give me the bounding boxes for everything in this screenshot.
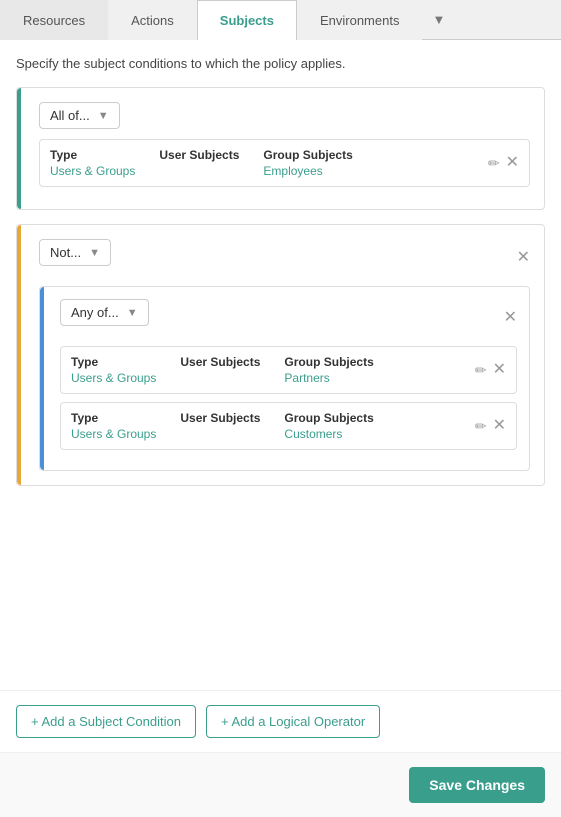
tab-subjects[interactable]: Subjects [197,0,297,40]
inner-col-group-1: Group Subjects Partners [284,355,373,385]
inner-remove-button-2[interactable]: ✕ [493,418,506,434]
green-bar [17,88,21,209]
inner-row-1-data: Type Users & Groups User Subjects Group … [71,355,467,385]
col-user-subjects-1: User Subjects [159,148,239,178]
orange-bar [17,225,21,485]
operator-dropdown-2[interactable]: Not... ▼ [39,239,111,266]
remove-outer-2-button[interactable]: ✕ [517,250,530,266]
operator-label-2: Not... [50,245,81,260]
inner-operator-arrow: ▼ [127,307,138,319]
inner-col-group-2: Group Subjects Customers [284,411,373,441]
blue-bar [40,287,44,470]
tab-environments[interactable]: Environments [297,0,422,40]
col-type-1: Type Users & Groups [50,148,135,178]
outer-condition-2: Not... ▼ ✕ Any of... ▼ ✕ [16,224,545,486]
inner-type-value-1: Users & Groups [71,371,156,385]
col-group-subjects-1: Group Subjects Employees [263,148,352,178]
inner-edit-button-1[interactable]: ✏ [475,362,487,379]
inner-group-label-2: Group Subjects [284,411,373,425]
tab-actions[interactable]: Actions [108,0,197,40]
main-content: Specify the subject conditions to which … [0,40,561,690]
outer-block2-header: Not... ▼ ✕ [39,239,530,276]
inner-col-type-2: Type Users & Groups [71,411,156,441]
save-bar: Save Changes [0,752,561,817]
group-subjects-value-1: Employees [263,164,352,178]
remove-inner-block-button[interactable]: ✕ [504,310,517,326]
add-subject-condition-button[interactable]: + Add a Subject Condition [16,705,196,738]
inner-type-value-2: Users & Groups [71,427,156,441]
operator-label-1: All of... [50,108,90,123]
user-subjects-label-1: User Subjects [159,148,239,162]
description-text: Specify the subject conditions to which … [16,56,545,71]
add-logical-operator-button[interactable]: + Add a Logical Operator [206,705,380,738]
operator-arrow-2: ▼ [89,247,100,259]
inner-block-1: Any of... ▼ ✕ Type Users & Groups [39,286,530,471]
row-actions-1: ✏ ✕ [488,155,519,172]
remove-button-1[interactable]: ✕ [506,155,519,171]
outer-condition-1: All of... ▼ Type Users & Groups User Sub… [16,87,545,210]
inner-group-value-1: Partners [284,371,373,385]
inner-group-value-2: Customers [284,427,373,441]
inner-type-label-2: Type [71,411,156,425]
edit-button-1[interactable]: ✏ [488,155,500,172]
inner-operator-dropdown[interactable]: Any of... ▼ [60,299,149,326]
inner-subject-row-1: Type Users & Groups User Subjects Group … [60,346,517,394]
inner-col-type-1: Type Users & Groups [71,355,156,385]
tab-bar: Resources Actions Subjects Environments … [0,0,561,40]
inner-row-actions-1: ✏ ✕ [475,362,506,379]
inner-user-label-2: User Subjects [180,411,260,425]
type-label-1: Type [50,148,135,162]
subject-row-1: Type Users & Groups User Subjects Group … [39,139,530,187]
operator-dropdown-1[interactable]: All of... ▼ [39,102,120,129]
inner-remove-button-1[interactable]: ✕ [493,362,506,378]
inner-col-user-1: User Subjects [180,355,260,385]
inner-edit-button-2[interactable]: ✏ [475,418,487,435]
inner-col-user-2: User Subjects [180,411,260,441]
bottom-bar: + Add a Subject Condition + Add a Logica… [0,690,561,752]
inner-block-header: Any of... ▼ ✕ [60,299,517,336]
tab-resources[interactable]: Resources [0,0,108,40]
group-subjects-label-1: Group Subjects [263,148,352,162]
inner-type-label-1: Type [71,355,156,369]
inner-operator-label: Any of... [71,305,119,320]
inner-user-label-1: User Subjects [180,355,260,369]
subject-row-1-data: Type Users & Groups User Subjects Group … [50,148,480,178]
outer-block1-header: All of... ▼ [39,102,530,139]
inner-group-label-1: Group Subjects [284,355,373,369]
tab-more-icon[interactable]: ▼ [422,0,455,39]
inner-subject-row-2: Type Users & Groups User Subjects Group … [60,402,517,450]
save-changes-button[interactable]: Save Changes [409,767,545,803]
inner-row-actions-2: ✏ ✕ [475,418,506,435]
type-value-1: Users & Groups [50,164,135,178]
operator-arrow-1: ▼ [98,110,109,122]
inner-row-2-data: Type Users & Groups User Subjects Group … [71,411,467,441]
